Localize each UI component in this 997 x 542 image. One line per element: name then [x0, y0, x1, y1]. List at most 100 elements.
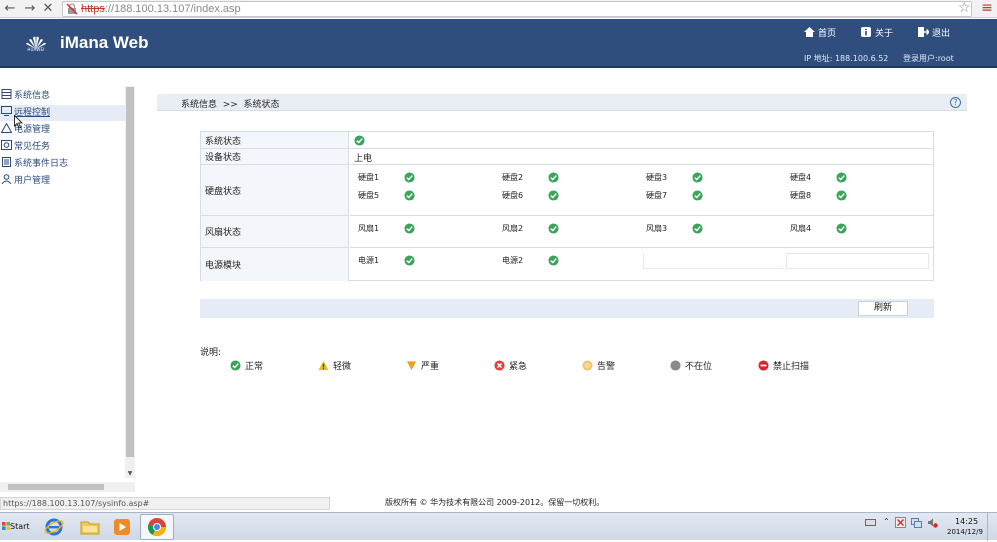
tray-expand-icon[interactable]: ⌃	[883, 517, 894, 528]
sidebar-item-user-management[interactable]: 用户管理	[0, 173, 125, 189]
no-scan-icon	[758, 360, 769, 371]
disk-label: 硬盘3	[646, 173, 668, 182]
bookmark-star-icon[interactable]: ☆	[958, 0, 974, 17]
minor-warning-icon	[318, 360, 329, 371]
taskbar-chrome[interactable]	[140, 514, 174, 540]
taskbar-explorer[interactable]	[76, 515, 104, 539]
legend-item: 不在位	[670, 359, 712, 373]
fan-label: 风扇3	[646, 224, 668, 233]
brand-sub: HUAWEI	[27, 47, 45, 52]
about-link-label: 关于	[875, 29, 894, 39]
url-path: ://188.100.13.107/index.asp	[104, 3, 241, 15]
app-header: HUAWEI iMana Web 首页 关于 退出 IP 地址: 188.100…	[0, 19, 997, 68]
disk-cell: 硬盘8	[790, 190, 847, 202]
sidebar-item-common-tasks[interactable]: 常见任务	[0, 139, 125, 155]
fan-cell: 风扇1	[358, 223, 415, 235]
sidebar: 系统信息 远程控制 电源管理 常见任务 系统事件日志 用户管理	[0, 86, 125, 478]
about-link[interactable]: 关于	[861, 27, 893, 41]
start-button[interactable]: Start	[0, 515, 30, 539]
app-title: iMana Web	[60, 33, 149, 52]
help-icon[interactable]: ?	[950, 97, 961, 108]
clock-time[interactable]: 14:25	[955, 517, 978, 526]
browser-toolbar: ← → ✕ https://188.100.13.107/index.asp ☆…	[0, 0, 997, 18]
legend-item: 正常	[230, 359, 263, 373]
legend-label: 紧急	[509, 362, 528, 372]
browser-menu-icon[interactable]: ≡	[979, 0, 995, 17]
disk-cell: 硬盘7	[646, 190, 703, 202]
legend-label: 轻微	[333, 362, 352, 372]
power-warning-icon	[1, 123, 12, 133]
huawei-logo-icon	[26, 36, 46, 49]
logout-link[interactable]: 退出	[918, 27, 950, 41]
breadcrumb-text: 系统信息 >> 系统状态	[181, 100, 280, 110]
address-bar[interactable]: https://188.100.13.107/index.asp	[62, 1, 972, 17]
fan-cell: 风扇4	[790, 223, 847, 235]
sidebar-item-system-info[interactable]: 系统信息	[0, 88, 125, 104]
monitor-icon	[1, 106, 12, 116]
ok-check-icon	[692, 172, 703, 183]
disk-cell: 硬盘6	[502, 190, 559, 202]
system-status-label: 系统状态	[201, 132, 349, 149]
sidebar-item-label: 常见任务	[14, 142, 51, 152]
legend-label: 严重	[421, 362, 440, 372]
legend-title: 说明:	[200, 348, 222, 358]
empty-psu-slot	[643, 253, 783, 269]
show-desktop-button[interactable]	[987, 513, 997, 541]
stop-loading-icon[interactable]: ✕	[40, 1, 56, 17]
refresh-button[interactable]: 刷新	[858, 301, 908, 316]
home-link[interactable]: 首页	[804, 27, 836, 41]
sidebar-item-event-log[interactable]: 系统事件日志	[0, 156, 125, 172]
disk-label: 硬盘4	[790, 173, 812, 182]
fan-cell: 风扇2	[502, 223, 559, 235]
taskbar: Start ⌃ 14:25 2014/12/9	[0, 512, 997, 541]
clock-date[interactable]: 2014/12/9	[947, 528, 983, 536]
disk-status-value: 硬盘1 硬盘2 硬盘3 硬盘4 硬盘5 硬盘6 硬盘7 硬盘8	[350, 165, 934, 216]
ok-check-icon	[404, 255, 415, 266]
tray-app-icon[interactable]	[895, 517, 906, 528]
log-icon	[2, 157, 11, 167]
logout-link-label: 退出	[932, 29, 951, 39]
sidebar-item-label: 用户管理	[14, 176, 51, 186]
disk-cell: 硬盘5	[358, 190, 415, 202]
url-text: https://188.100.13.107/index.asp	[81, 2, 241, 16]
ok-check-icon	[404, 190, 415, 201]
taskbar-media-player[interactable]	[108, 515, 136, 539]
horizontal-scroll-thumb[interactable]	[8, 484, 104, 490]
disk-cell: 硬盘2	[502, 172, 559, 184]
psu-label: 电源2	[502, 256, 524, 265]
taskbar-ie[interactable]	[40, 515, 68, 539]
start-label: Start	[10, 522, 30, 531]
major-triangle-icon	[406, 361, 417, 371]
disk-label: 硬盘7	[646, 191, 668, 200]
ok-check-icon	[404, 223, 415, 234]
power-module-label: 电源模块	[201, 248, 349, 281]
status-bar-url: https://188.100.13.107/sysinfo.asp#	[0, 497, 330, 510]
device-status-text: 上电	[354, 154, 373, 164]
forward-arrow-icon[interactable]: →	[22, 1, 38, 17]
device-status-value: 上电	[350, 149, 934, 165]
disk-cell: 硬盘1	[358, 172, 415, 184]
device-status-label: 设备状态	[201, 149, 349, 165]
keyboard-icon[interactable]	[865, 517, 876, 528]
back-arrow-icon[interactable]: ←	[2, 1, 18, 17]
disk-label: 硬盘1	[358, 173, 380, 182]
tasks-icon	[1, 140, 12, 150]
ok-check-icon	[548, 190, 559, 201]
disk-label: 硬盘5	[358, 191, 380, 200]
sidebar-scroll-thumb[interactable]	[126, 87, 134, 457]
ok-check-icon	[692, 223, 703, 234]
legend-item: 禁止扫描	[758, 359, 809, 373]
windows-logo-icon	[2, 522, 10, 530]
volume-icon[interactable]	[927, 517, 938, 528]
sidebar-item-label: 系统事件日志	[14, 159, 69, 169]
network-icon[interactable]	[911, 517, 922, 528]
folder-icon	[80, 521, 100, 535]
legend-label: 不在位	[685, 362, 713, 372]
chrome-icon	[147, 518, 166, 537]
fan-label: 风扇4	[790, 224, 812, 233]
disk-status-label: 硬盘状态	[201, 165, 349, 216]
url-scheme: https	[81, 3, 105, 15]
disk-label: 硬盘6	[502, 191, 524, 200]
home-link-label: 首页	[818, 29, 837, 39]
scroll-down-arrow-icon[interactable]: ▼	[126, 470, 134, 478]
